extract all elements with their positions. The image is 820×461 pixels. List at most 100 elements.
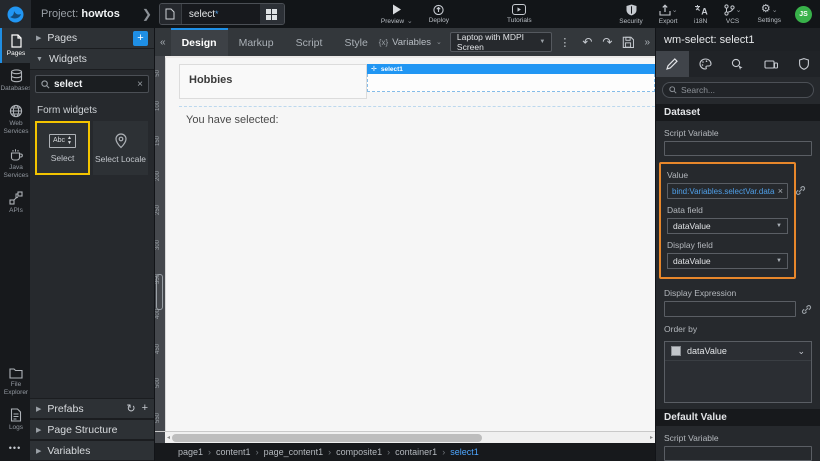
wavemaker-logo[interactable] (0, 0, 31, 28)
widget-search-input[interactable]: select × (35, 75, 149, 93)
rail-item-pages[interactable]: Pages (0, 28, 30, 64)
widget-card-select[interactable]: Abc ▲ ▼ Select (35, 121, 90, 175)
data-field-select[interactable]: dataValue ▼ (667, 218, 788, 235)
vertical-scrollbar-thumb[interactable] (156, 273, 163, 310)
horizontal-scrollbar-thumb[interactable] (172, 433, 483, 442)
inspector-title: wm-select: select1 (656, 28, 820, 51)
properties-panel: wm-select: select1 Search... Dataset Scr… (655, 28, 820, 461)
tab-devices[interactable] (754, 51, 787, 77)
tutorials-button[interactable]: Tutorials (499, 0, 540, 28)
order-by-label: Order by (664, 324, 698, 335)
svg-text:A: A (701, 6, 708, 16)
chevron-down-icon: ▼ (776, 223, 782, 230)
rail-item-databases[interactable]: Databases (0, 63, 32, 98)
folder-icon (9, 368, 23, 379)
rail-item-web-services[interactable]: Web Services (0, 98, 30, 141)
property-search-input[interactable]: Search... (662, 82, 814, 98)
user-avatar[interactable]: JS (795, 5, 812, 23)
tab-properties[interactable] (656, 51, 689, 77)
tab-security[interactable] (787, 51, 820, 77)
editor-toolbar: « Design Markup Script Style Variables ⌄… (155, 28, 655, 56)
breadcrumb-content1[interactable]: content1 (216, 447, 259, 457)
save-icon[interactable] (617, 36, 639, 48)
rail-item-java-services[interactable]: Java Services (0, 142, 30, 185)
vcs-button[interactable]: ⌄ VCS (716, 0, 750, 28)
display-expression-label: Display Expression (664, 288, 737, 299)
clear-value-icon[interactable]: × (778, 186, 783, 196)
chevron-down-icon: ⌄ (797, 345, 805, 356)
database-icon (10, 69, 22, 83)
page-grid-icon[interactable] (259, 4, 284, 24)
move-icon[interactable]: ✛ (371, 66, 377, 73)
select1-input[interactable] (367, 74, 655, 92)
deploy-button[interactable]: Deploy (421, 0, 457, 28)
more-options-icon[interactable]: ⋮ (552, 36, 577, 49)
rail-more-button[interactable]: ••• (0, 437, 30, 461)
bind-link-icon[interactable] (801, 304, 812, 315)
redo-icon[interactable]: ↷ (597, 35, 617, 49)
breadcrumb-page-content1[interactable]: page_content1 (264, 447, 332, 457)
tab-script[interactable]: Script (285, 28, 334, 56)
expand-right-icon[interactable]: » (641, 37, 655, 48)
widgets-section-header[interactable]: ▼ Widgets (30, 49, 154, 70)
breadcrumb-page1[interactable]: page1 (178, 447, 211, 457)
undo-icon[interactable]: ↶ (577, 35, 597, 49)
pages-section-header[interactable]: ▶ Pages + (30, 28, 154, 49)
default-value-section-header: Default Value (656, 408, 820, 426)
tab-events[interactable] (722, 51, 755, 77)
project-name: howtos (81, 8, 120, 20)
refresh-icon[interactable]: ↻ (126, 402, 135, 415)
chevron-down-icon: ▼ (539, 39, 546, 45)
data-field-label: Data field (667, 205, 703, 216)
order-by-row[interactable]: dataValue ⌄ (665, 342, 811, 362)
export-button[interactable]: ⌄ Export (651, 0, 686, 28)
rail-item-logs[interactable]: Logs (0, 402, 30, 437)
add-page-button[interactable]: + (133, 30, 148, 46)
select1-widget[interactable]: ✛ select1 (367, 64, 655, 99)
horizontal-scrollbar[interactable]: ◂ ▸ (155, 431, 655, 444)
left-rail: Pages Databases Web Services Java Servic… (0, 28, 32, 461)
rail-item-apis[interactable]: APIs (0, 185, 30, 220)
select1-selection-bar[interactable]: ✛ select1 (367, 64, 655, 74)
value-input[interactable]: bind:Variables.selectVar.dataSet × (667, 183, 806, 200)
i18n-button[interactable]: A i18N (686, 0, 716, 28)
device-selector[interactable]: Laptop with MDPI Screen ▼ (449, 32, 553, 52)
breadcrumb-composite1[interactable]: composite1 (336, 447, 390, 457)
scroll-right-icon[interactable]: ▸ (648, 434, 655, 441)
search-icon (41, 79, 50, 88)
default-script-variable-input[interactable] (664, 445, 812, 461)
script-variable-input[interactable] (664, 141, 812, 157)
rail-item-file-explorer[interactable]: File Explorer (0, 361, 30, 402)
add-prefab-icon[interactable]: + (142, 402, 148, 415)
tab-markup[interactable]: Markup (228, 28, 285, 56)
tab-styles[interactable] (689, 51, 722, 77)
order-by-checkbox[interactable] (671, 346, 681, 357)
script-variable-label: Script Variable (664, 128, 719, 138)
settings-button[interactable]: ⚙ ⌄ Settings (750, 0, 790, 28)
page-structure-section-header[interactable]: ▶ Page Structure (30, 419, 154, 440)
display-field-select[interactable]: dataValue ▼ (667, 253, 788, 270)
composite-label-cell[interactable]: Hobbies (179, 64, 367, 99)
security-button[interactable]: Security (611, 0, 650, 28)
tab-design[interactable]: Design (170, 28, 228, 56)
breadcrumb-select1[interactable]: select1 (450, 447, 479, 457)
page-selector[interactable]: select* (158, 3, 285, 25)
variables-dropdown[interactable]: Variables ⌄ (379, 37, 442, 48)
bind-link-icon[interactable] (795, 185, 806, 196)
prefabs-section-header[interactable]: ▶ Prefabs ↻ + (30, 398, 154, 419)
tab-style[interactable]: Style (333, 28, 378, 56)
variables-section-header[interactable]: ▶ Variables (30, 440, 154, 461)
scroll-left-icon[interactable]: ◂ (165, 434, 172, 441)
clear-search-icon[interactable]: × (137, 79, 143, 90)
collapse-left-icon[interactable]: « (155, 37, 171, 48)
selected-caption: You have selected: (186, 114, 279, 126)
gear-icon: ⚙ (760, 3, 771, 15)
editor-column: « Design Markup Script Style Variables ⌄… (155, 28, 655, 461)
modified-marker: * (215, 8, 219, 19)
widget-card-select-locale[interactable]: Select Locale (93, 121, 148, 175)
breadcrumb-container1[interactable]: container1 (395, 447, 445, 457)
page-canvas[interactable]: Hobbies ✛ select1 You have selected: (165, 58, 655, 431)
display-expression-input[interactable] (664, 301, 796, 318)
preview-button[interactable]: Preview ⌄ (373, 0, 421, 28)
hobbies-label[interactable]: Hobbies (189, 74, 232, 86)
